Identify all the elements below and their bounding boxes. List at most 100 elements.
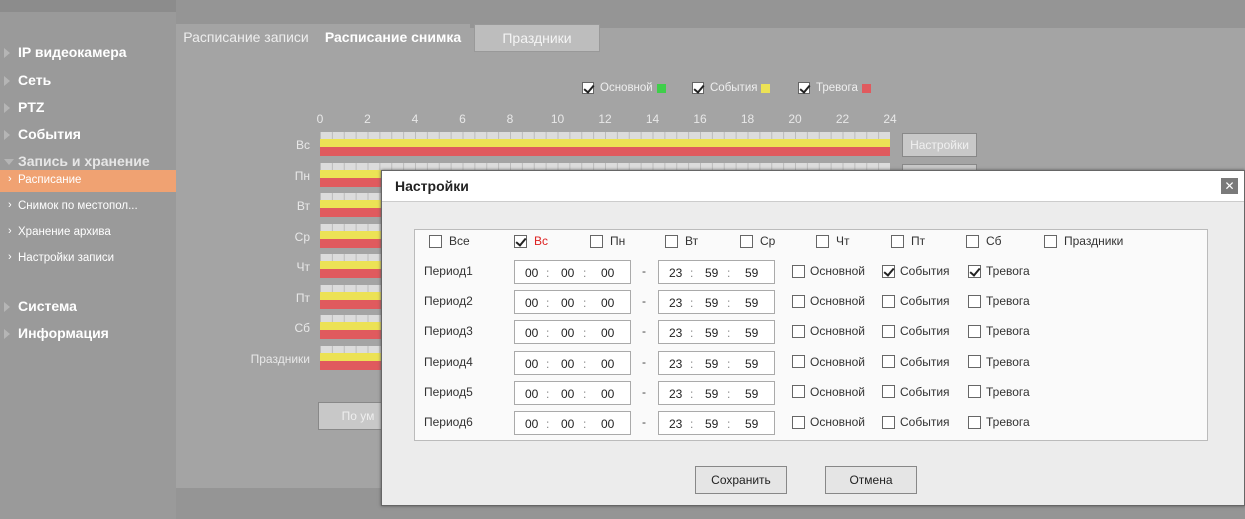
minutes-field[interactable]: 59 bbox=[705, 387, 718, 401]
seconds-field[interactable]: 00 bbox=[601, 357, 614, 371]
day-option[interactable]: Вт bbox=[665, 234, 698, 248]
hours-field[interactable]: 00 bbox=[525, 326, 538, 340]
hours-field[interactable]: 00 bbox=[525, 417, 538, 431]
minutes-field[interactable]: 00 bbox=[561, 357, 574, 371]
checkbox-icon[interactable] bbox=[792, 385, 805, 399]
checkbox-icon[interactable] bbox=[968, 415, 981, 429]
day-option[interactable]: Все bbox=[429, 234, 470, 248]
time-input[interactable]: 23:59:59 bbox=[658, 260, 775, 284]
day-option[interactable]: Пт bbox=[891, 234, 925, 248]
time-input[interactable]: 00:00:00 bbox=[514, 411, 631, 435]
time-input[interactable]: 00:00:00 bbox=[514, 290, 631, 315]
time-input[interactable]: 23:59:59 bbox=[658, 320, 775, 345]
hours-field[interactable]: 00 bbox=[525, 357, 538, 371]
period-option-alarm[interactable]: Тревога bbox=[968, 324, 1030, 338]
checkbox-icon[interactable] bbox=[882, 355, 895, 369]
minutes-field[interactable]: 59 bbox=[705, 357, 718, 371]
checkbox-icon[interactable] bbox=[882, 324, 895, 338]
checkbox-icon[interactable] bbox=[590, 234, 603, 248]
checkbox-icon[interactable] bbox=[792, 294, 805, 308]
checkbox-icon[interactable] bbox=[968, 324, 981, 338]
save-button[interactable]: Сохранить bbox=[695, 466, 787, 494]
day-option[interactable]: Праздники bbox=[1044, 234, 1123, 248]
tab-record-schedule[interactable]: Расписание записи bbox=[176, 24, 316, 52]
checkbox-icon[interactable] bbox=[966, 234, 979, 248]
period-option-events[interactable]: События bbox=[882, 355, 950, 369]
cancel-button[interactable]: Отмена bbox=[825, 466, 917, 494]
seconds-field[interactable]: 00 bbox=[601, 266, 614, 280]
checkbox-icon[interactable] bbox=[882, 415, 895, 429]
tab-snapshot-schedule[interactable]: Расписание снимка bbox=[316, 24, 470, 52]
period-option-alarm[interactable]: Тревога bbox=[968, 385, 1030, 399]
hours-field[interactable]: 23 bbox=[669, 357, 682, 371]
period-option-main[interactable]: Основной bbox=[792, 355, 865, 369]
time-input[interactable]: 00:00:00 bbox=[514, 260, 631, 284]
sidebar-subitem-snapshot[interactable]: › Снимок по местопол... bbox=[0, 196, 176, 218]
checkbox-icon[interactable] bbox=[968, 294, 981, 308]
checkbox-icon[interactable] bbox=[792, 264, 805, 278]
checkbox-icon[interactable] bbox=[740, 234, 753, 248]
period-option-main[interactable]: Основной bbox=[792, 264, 865, 278]
hours-field[interactable]: 00 bbox=[525, 387, 538, 401]
minutes-field[interactable]: 00 bbox=[561, 296, 574, 310]
settings-button[interactable]: Настройки bbox=[902, 133, 977, 157]
time-input[interactable]: 23:59:59 bbox=[658, 411, 775, 435]
hours-field[interactable]: 23 bbox=[669, 266, 682, 280]
sidebar-subitem-schedule[interactable]: › Расписание bbox=[0, 170, 176, 192]
period-option-events[interactable]: События bbox=[882, 264, 950, 278]
checkbox-icon[interactable] bbox=[968, 385, 981, 399]
period-option-events[interactable]: События bbox=[882, 385, 950, 399]
minutes-field[interactable]: 00 bbox=[561, 266, 574, 280]
seconds-field[interactable]: 00 bbox=[601, 387, 614, 401]
checkbox-icon[interactable] bbox=[792, 355, 805, 369]
time-input[interactable]: 00:00:00 bbox=[514, 320, 631, 345]
sidebar-item-system[interactable]: Система bbox=[0, 298, 176, 318]
seconds-field[interactable]: 00 bbox=[601, 296, 614, 310]
sidebar-subitem-record-settings[interactable]: › Настройки записи bbox=[0, 248, 176, 270]
period-option-main[interactable]: Основной bbox=[792, 415, 865, 429]
sidebar-item-info[interactable]: Информация bbox=[0, 325, 176, 345]
day-option[interactable]: Пн bbox=[590, 234, 625, 248]
checkbox-icon[interactable] bbox=[882, 264, 895, 278]
seconds-field[interactable]: 00 bbox=[601, 326, 614, 340]
period-option-events[interactable]: События bbox=[882, 294, 950, 308]
sidebar-subitem-archive[interactable]: › Хранение архива bbox=[0, 222, 176, 244]
hours-field[interactable]: 23 bbox=[669, 387, 682, 401]
checkbox-icon[interactable] bbox=[798, 82, 810, 94]
seconds-field[interactable]: 59 bbox=[745, 387, 758, 401]
checkbox-icon[interactable] bbox=[792, 324, 805, 338]
seconds-field[interactable]: 59 bbox=[745, 357, 758, 371]
checkbox-icon[interactable] bbox=[891, 234, 904, 248]
day-option[interactable]: Чт bbox=[816, 234, 850, 248]
day-option[interactable]: Вс bbox=[514, 234, 548, 248]
period-option-alarm[interactable]: Тревога bbox=[968, 355, 1030, 369]
period-option-main[interactable]: Основной bbox=[792, 324, 865, 338]
sidebar-item-network[interactable]: Сеть bbox=[0, 72, 176, 92]
period-option-events[interactable]: События bbox=[882, 415, 950, 429]
checkbox-icon[interactable] bbox=[582, 82, 594, 94]
seconds-field[interactable]: 59 bbox=[745, 326, 758, 340]
hours-field[interactable]: 00 bbox=[525, 296, 538, 310]
minutes-field[interactable]: 00 bbox=[561, 417, 574, 431]
checkbox-icon[interactable] bbox=[968, 264, 981, 278]
minutes-field[interactable]: 00 bbox=[561, 387, 574, 401]
sidebar-item-ptz[interactable]: PTZ bbox=[0, 99, 176, 119]
seconds-field[interactable]: 59 bbox=[745, 266, 758, 280]
period-option-main[interactable]: Основной bbox=[792, 385, 865, 399]
checkbox-icon[interactable] bbox=[792, 415, 805, 429]
checkbox-icon[interactable] bbox=[429, 234, 442, 248]
checkbox-icon[interactable] bbox=[692, 82, 704, 94]
period-option-events[interactable]: События bbox=[882, 324, 950, 338]
sidebar-item-events[interactable]: События bbox=[0, 126, 176, 146]
hours-field[interactable]: 23 bbox=[669, 326, 682, 340]
sidebar-item-ip-camera[interactable]: IP видеокамера bbox=[0, 44, 176, 64]
seconds-field[interactable]: 59 bbox=[745, 417, 758, 431]
checkbox-icon[interactable] bbox=[514, 234, 527, 248]
checkbox-icon[interactable] bbox=[665, 234, 678, 248]
tab-holidays[interactable]: Праздники bbox=[474, 24, 600, 52]
legend-alarm[interactable]: Тревога bbox=[798, 82, 871, 94]
time-input[interactable]: 00:00:00 bbox=[514, 350, 631, 375]
time-input[interactable]: 23:59:59 bbox=[658, 350, 775, 375]
day-option[interactable]: Сб bbox=[966, 234, 1002, 248]
checkbox-icon[interactable] bbox=[816, 234, 829, 248]
